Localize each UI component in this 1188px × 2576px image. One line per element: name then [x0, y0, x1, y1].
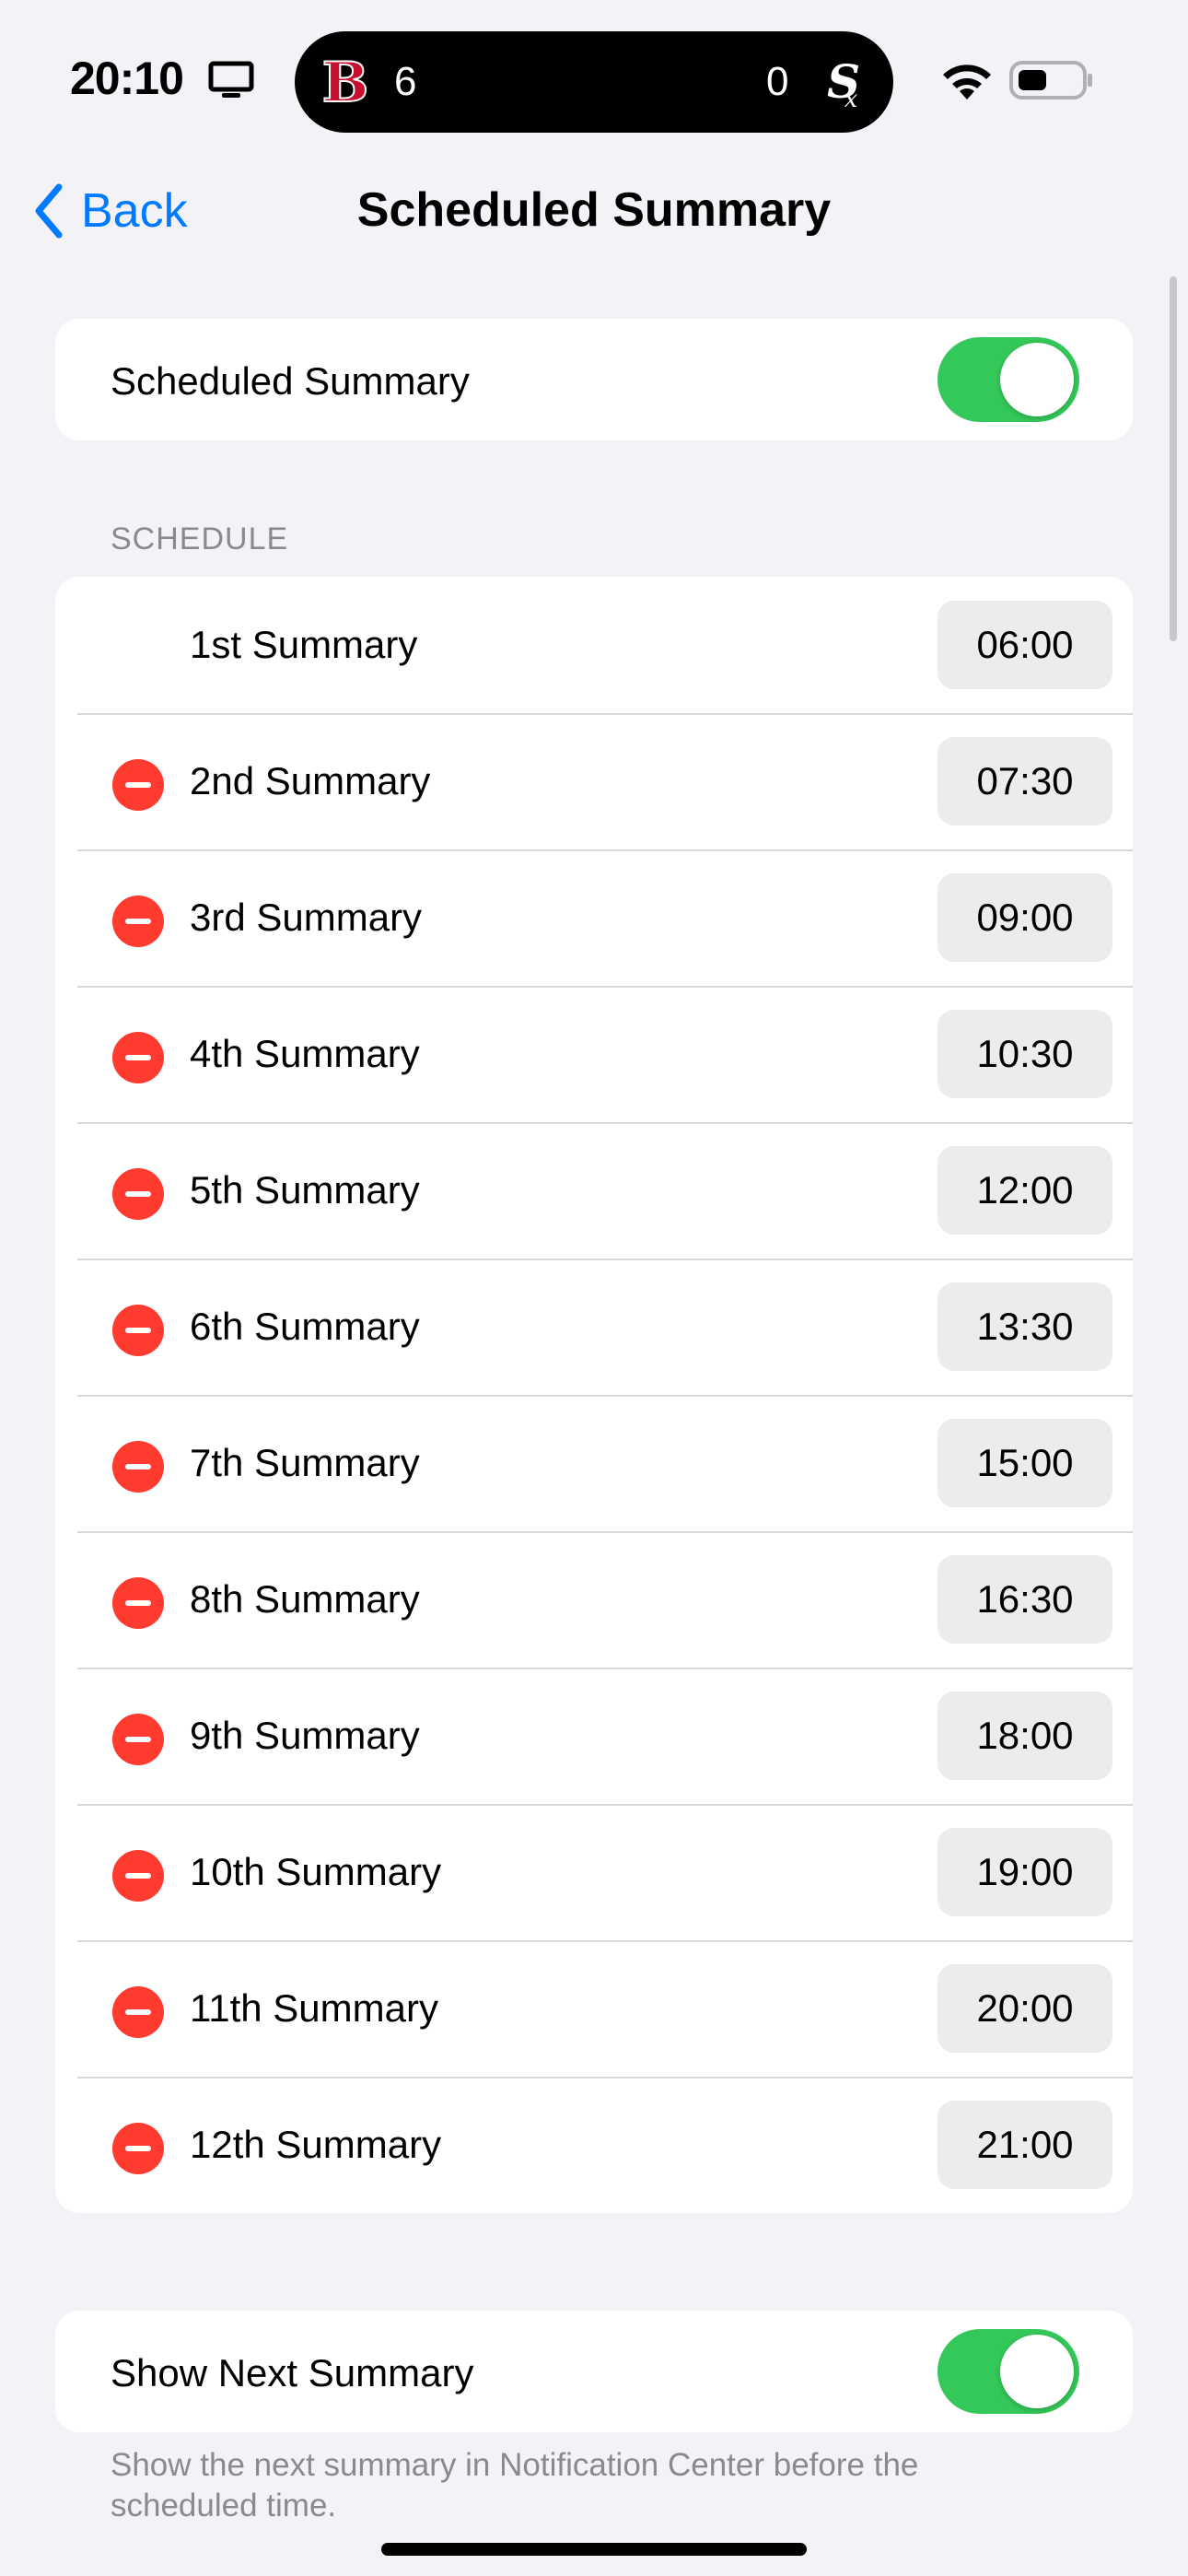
- show-next-summary-footnote: Show the next summary in Notification Ce…: [111, 2447, 919, 2523]
- monitor-icon: [208, 61, 254, 98]
- toggle-knob: [1000, 343, 1074, 416]
- summary-time-picker[interactable]: 07:30: [938, 737, 1112, 825]
- remove-summary-icon[interactable]: [112, 1986, 164, 2038]
- schedule-row: 5th Summary 12:00: [55, 1122, 1133, 1259]
- summary-label: 11th Summary: [190, 1986, 438, 2030]
- remove-summary-icon[interactable]: [112, 1441, 164, 1493]
- row-divider: [77, 1668, 1133, 1669]
- white-sox-logo-icon: S x: [827, 54, 860, 112]
- toggle-knob: [1000, 2335, 1074, 2408]
- row-divider: [77, 1804, 1133, 1806]
- svg-text:x: x: [844, 86, 858, 112]
- row-divider: [77, 2077, 1133, 2078]
- summary-label: 2nd Summary: [190, 759, 431, 802]
- row-divider: [77, 1122, 1133, 1124]
- summary-label: 7th Summary: [190, 1441, 420, 1484]
- summary-time-picker[interactable]: 21:00: [938, 2101, 1112, 2189]
- home-indicator[interactable]: [381, 2543, 807, 2556]
- summary-time-picker[interactable]: 15:00: [938, 1419, 1112, 1507]
- scheduled-summary-card: Scheduled Summary: [55, 319, 1133, 440]
- summary-label: 6th Summary: [190, 1305, 420, 1348]
- page-title: Scheduled Summary: [356, 183, 832, 237]
- schedule-row: 2nd Summary 07:30: [55, 713, 1133, 849]
- schedule-row: 10th Summary 19:00: [55, 1804, 1133, 1940]
- row-divider: [77, 713, 1133, 715]
- remove-summary-icon[interactable]: [112, 759, 164, 811]
- scroll-indicator[interactable]: [1170, 276, 1177, 641]
- summary-time-picker[interactable]: 09:00: [938, 873, 1112, 962]
- summary-label: 10th Summary: [190, 1850, 442, 1893]
- summary-label: 8th Summary: [190, 1577, 420, 1621]
- schedule-row: 8th Summary 16:30: [55, 1531, 1133, 1668]
- schedule-row: 6th Summary 13:30: [55, 1259, 1133, 1395]
- summary-label: 1st Summary: [190, 623, 418, 666]
- row-divider: [77, 1531, 1133, 1533]
- dynamic-island[interactable]: [295, 31, 893, 133]
- summary-time-picker[interactable]: 20:00: [938, 1964, 1112, 2053]
- row-divider: [77, 1395, 1133, 1397]
- summary-time-picker[interactable]: 10:30: [938, 1010, 1112, 1098]
- remove-summary-icon[interactable]: [112, 1305, 164, 1356]
- summary-time-picker[interactable]: 12:00: [938, 1146, 1112, 1235]
- summary-time-picker[interactable]: 06:00: [938, 601, 1112, 689]
- show-next-summary-label: Show Next Summary: [111, 2351, 474, 2395]
- row-divider: [77, 1940, 1133, 1942]
- red-sox-logo-icon: B: [322, 50, 368, 114]
- home-score: 6: [394, 59, 417, 104]
- schedule-row: 4th Summary 10:30: [55, 986, 1133, 1122]
- schedule-row: 3rd Summary 09:00: [55, 849, 1133, 986]
- remove-summary-icon[interactable]: [112, 1032, 164, 1083]
- status-time: 20:10: [70, 53, 184, 104]
- summary-time-picker[interactable]: 18:00: [938, 1692, 1112, 1780]
- wifi-icon: [943, 64, 991, 100]
- remove-summary-icon[interactable]: [112, 1850, 164, 1902]
- summary-time-picker[interactable]: 16:30: [938, 1555, 1112, 1644]
- remove-summary-icon[interactable]: [112, 1168, 164, 1220]
- schedule-row: 11th Summary 20:00: [55, 1940, 1133, 2077]
- remove-summary-icon[interactable]: [112, 1577, 164, 1629]
- scheduled-summary-label: Scheduled Summary: [111, 359, 470, 403]
- summary-label: 5th Summary: [190, 1168, 420, 1212]
- remove-summary-icon[interactable]: [112, 896, 164, 947]
- schedule-row: 12th Summary 21:00: [55, 2077, 1133, 2213]
- remove-summary-icon[interactable]: [112, 1714, 164, 1765]
- row-divider: [77, 1259, 1133, 1260]
- row-divider: [77, 986, 1133, 988]
- summary-label: 4th Summary: [190, 1032, 420, 1075]
- svg-text:B: B: [322, 51, 368, 114]
- summary-label: 9th Summary: [190, 1714, 420, 1757]
- battery-icon: [1009, 61, 1092, 100]
- row-divider: [77, 849, 1133, 851]
- schedule-row: 9th Summary 18:00: [55, 1668, 1133, 1804]
- summary-time-picker[interactable]: 13:30: [938, 1282, 1112, 1371]
- schedule-row: 1st Summary 06:00: [55, 577, 1133, 713]
- summary-label: 3rd Summary: [190, 896, 423, 939]
- show-next-summary-toggle[interactable]: [938, 2329, 1079, 2414]
- summary-label: 12th Summary: [190, 2123, 442, 2166]
- schedule-list: 1st Summary 06:00 2nd Summary 07:30 3rd Summ…: [55, 577, 1133, 2213]
- schedule-row: 7th Summary 15:00: [55, 1395, 1133, 1531]
- summary-time-picker[interactable]: 19:00: [938, 1828, 1112, 1916]
- away-score: 0: [766, 59, 789, 104]
- scheduled-summary-toggle[interactable]: [938, 337, 1079, 422]
- schedule-section-header: SCHEDULE: [111, 521, 289, 556]
- remove-summary-icon[interactable]: [112, 2123, 164, 2174]
- status-bar: 20:10 B 6 0 S x: [0, 0, 1188, 147]
- show-next-summary-card: Show Next Summary: [55, 2311, 1133, 2432]
